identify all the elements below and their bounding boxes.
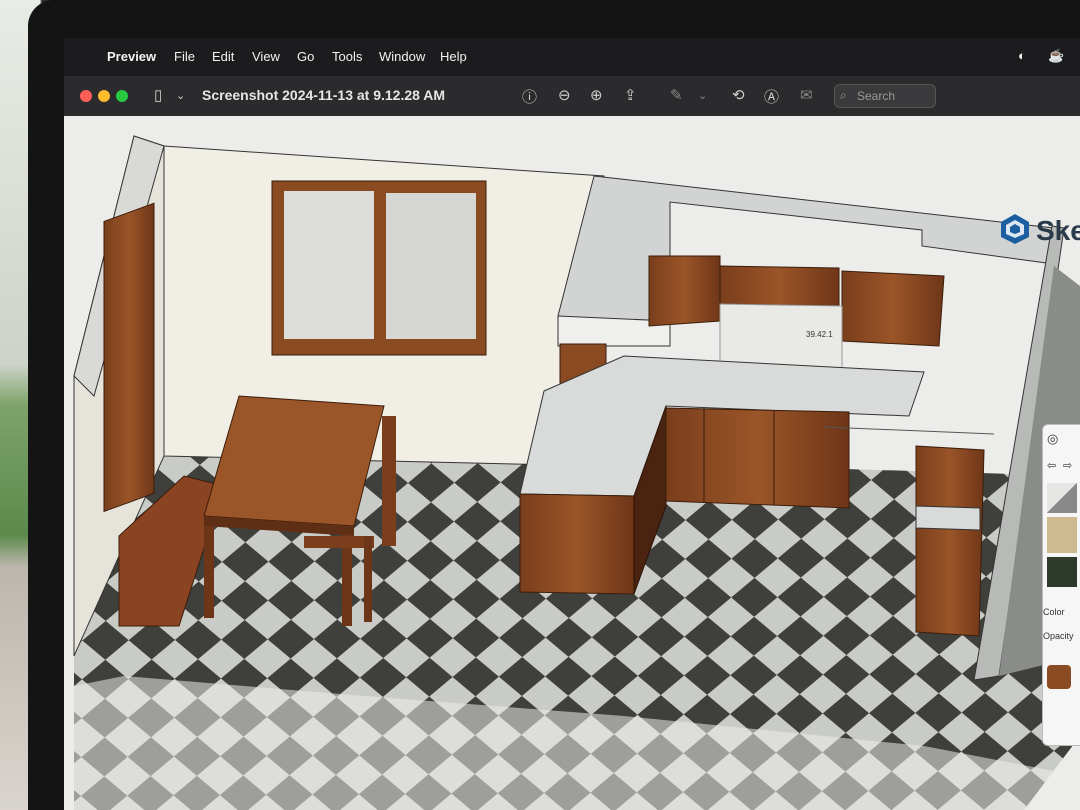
back-window-pane-left: [284, 191, 374, 339]
material-swatch-1[interactable]: [1047, 483, 1077, 513]
zoom-button[interactable]: [116, 90, 128, 102]
menu-bar: Preview File Edit View Go Tools Window H…: [64, 38, 1080, 76]
sidebar-toggle-icon[interactable]: ▯: [154, 86, 162, 104]
chair-2-back: [382, 416, 396, 546]
back-arrow-icon[interactable]: ⇦: [1047, 459, 1056, 472]
rotate-icon[interactable]: ⟲: [732, 86, 745, 104]
menu-tools[interactable]: Tools: [332, 49, 362, 64]
base-cabinets: [665, 407, 850, 509]
tall-cabinet: [915, 445, 985, 637]
peninsula-base: [519, 493, 635, 595]
chair-1: [304, 536, 374, 548]
upper-cabinets-mid: [719, 265, 840, 307]
markup-chevron-icon[interactable]: ⌄: [698, 89, 707, 102]
menu-window[interactable]: Window: [379, 49, 425, 64]
left-shelving: [103, 202, 155, 513]
chair-1-leg: [364, 536, 372, 622]
search-icon: ⌕: [840, 88, 847, 102]
status-icon[interactable]: ☕: [1048, 48, 1064, 64]
color-label: Color: [1043, 607, 1065, 617]
back-window-pane-right: [386, 193, 476, 339]
zoom-in-icon[interactable]: ⊕: [590, 86, 603, 104]
color-wheel-icon[interactable]: ◎: [1047, 431, 1058, 447]
sketchup-logo-text: Ske: [1036, 215, 1080, 246]
menu-file[interactable]: File: [174, 49, 195, 64]
control-center-icon[interactable]: ◐: [1018, 48, 1026, 63]
upper-cabinets-left: [648, 255, 721, 327]
forward-arrow-icon[interactable]: ⇨: [1063, 459, 1072, 472]
window-title: Screenshot 2024-11-13 at 9.12.28 AM: [202, 87, 446, 103]
annotate-icon[interactable]: Ⓐ: [764, 86, 779, 107]
tall-cabinet-top: [915, 505, 981, 531]
menu-view[interactable]: View: [252, 49, 280, 64]
kitchen-3d-model: [73, 135, 1080, 810]
zoom-out-icon[interactable]: ⊖: [558, 86, 571, 104]
dimension-label: 39.42.1: [806, 330, 833, 339]
window-toolbar: ▯ ⌄ Screenshot 2024-11-13 at 9.12.28 AM …: [64, 76, 1080, 117]
form-fill-icon[interactable]: ✉: [800, 86, 813, 104]
menu-help[interactable]: Help: [440, 49, 467, 64]
laptop-screen: Preview File Edit View Go Tools Window H…: [64, 38, 1080, 810]
document-canvas[interactable]: Ske 39.42.1 ◎ ⇦ ⇨ Color Opacity: [64, 116, 1080, 810]
info-icon[interactable]: ⓘ: [522, 86, 537, 107]
search-placeholder: Search: [857, 89, 896, 103]
menu-go[interactable]: Go: [297, 49, 314, 64]
sketchup-logo-icon: [1001, 214, 1029, 244]
opacity-label: Opacity: [1043, 631, 1074, 641]
search-field[interactable]: ⌕ Search: [834, 84, 936, 108]
upper-cabinets-right: [841, 270, 945, 347]
menu-app-name[interactable]: Preview: [107, 49, 156, 64]
chevron-down-icon[interactable]: ⌄: [176, 89, 185, 102]
current-color-swatch[interactable]: [1047, 665, 1071, 689]
close-button[interactable]: [80, 90, 92, 102]
material-swatch-3[interactable]: [1047, 557, 1077, 587]
materials-panel: ◎ ⇦ ⇨ Color Opacity: [1042, 424, 1080, 746]
table-leg-1: [204, 526, 214, 618]
minimize-button[interactable]: [98, 90, 110, 102]
material-swatch-2[interactable]: [1047, 517, 1077, 553]
markup-pen-icon[interactable]: ✎: [670, 86, 683, 104]
share-icon[interactable]: ⇪: [624, 86, 637, 104]
menu-edit[interactable]: Edit: [212, 49, 234, 64]
